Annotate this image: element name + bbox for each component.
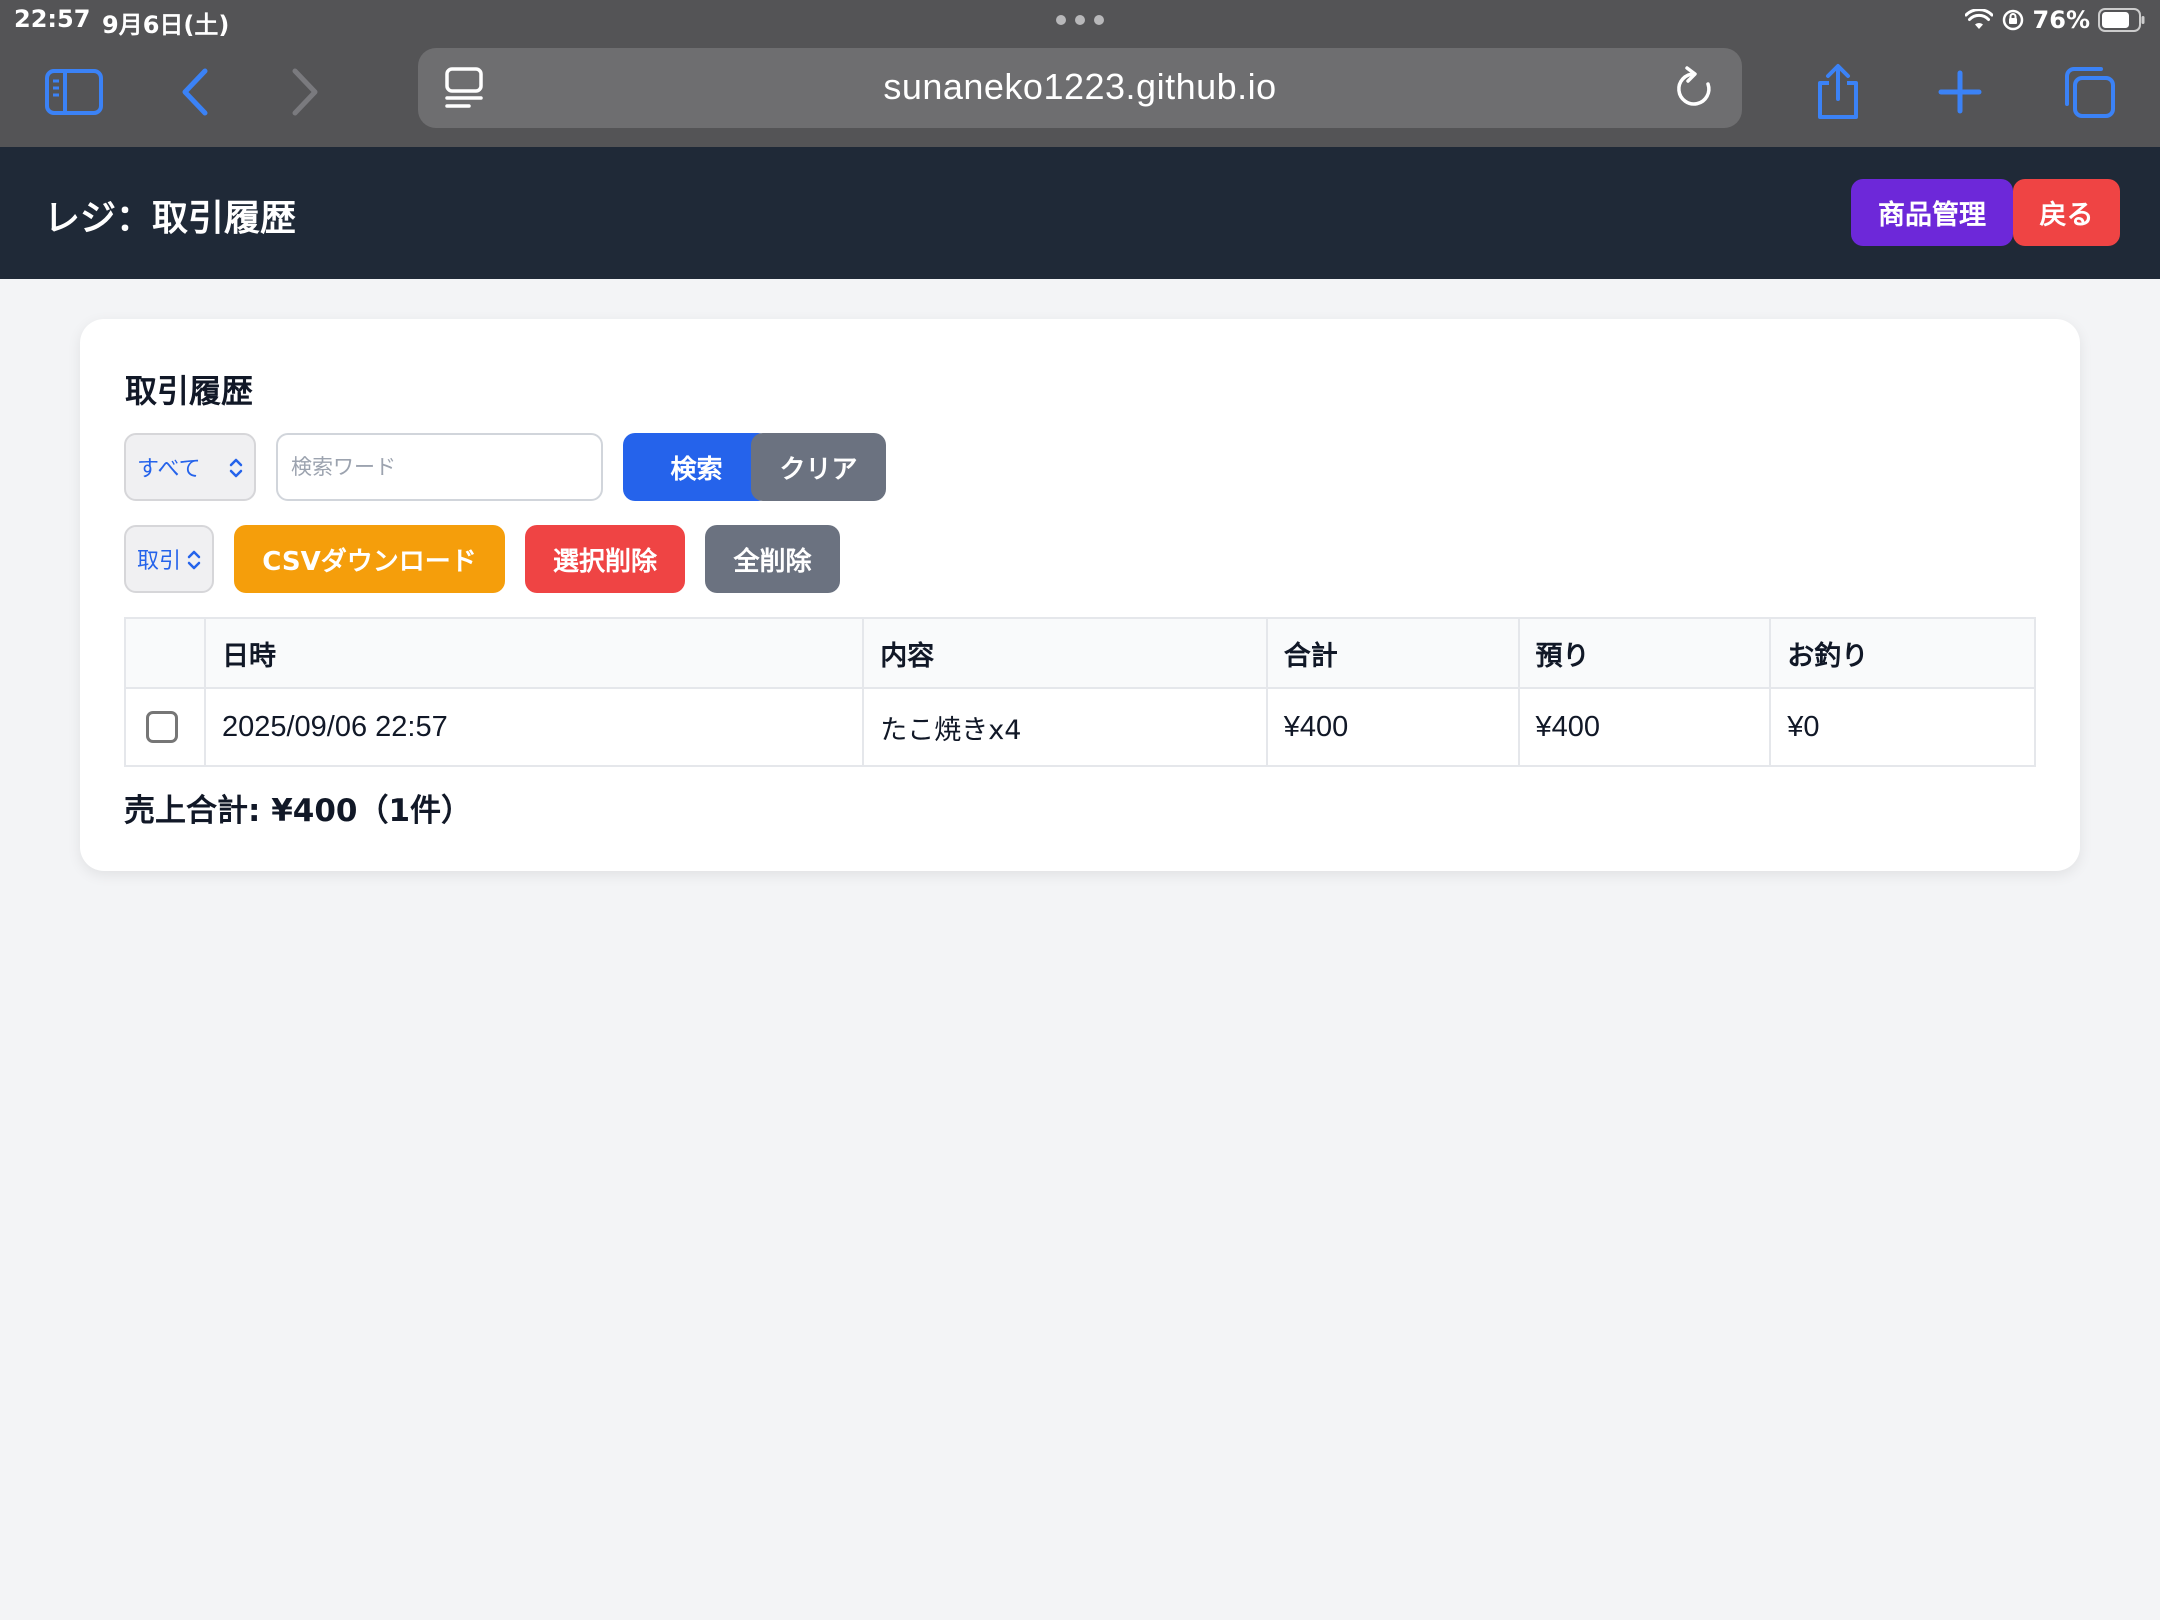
row-change: ¥0 — [1769, 687, 2036, 767]
product-management-button[interactable]: 商品管理 — [1851, 179, 2013, 246]
battery-icon — [2098, 8, 2145, 32]
status-right: 76% — [1964, 5, 2146, 35]
search-input[interactable] — [276, 433, 603, 501]
search-button[interactable]: 検索 — [623, 433, 770, 501]
app-header: レジ：取引履歴 商品管理 戻る — [0, 147, 2160, 279]
delete-selected-button[interactable]: 選択削除 — [525, 525, 685, 593]
orientation-lock-icon — [2002, 9, 2023, 31]
share-icon[interactable] — [1804, 58, 1872, 126]
row-select-cell — [124, 687, 206, 767]
browser-chrome: 22:57 9月6日(土) 76% sunaneko1223.github.io — [0, 0, 2160, 147]
column-header-content: 内容 — [862, 617, 1268, 689]
transactions-table: 日時 内容 合計 預り お釣り 2025/09/06 22:57 たこ焼きx4 … — [124, 617, 2036, 767]
filter-select-value: すべて — [137, 457, 201, 482]
back-arrow-icon[interactable] — [160, 58, 228, 126]
address-bar[interactable]: sunaneko1223.github.io — [418, 48, 1742, 128]
battery-percent: 76% — [2032, 6, 2090, 34]
sidebar-icon[interactable] — [40, 58, 108, 126]
clear-button[interactable]: クリア — [751, 433, 886, 501]
row-content: たこ焼きx4 — [862, 687, 1268, 767]
csv-download-button[interactable]: CSVダウンロード — [234, 525, 505, 593]
delete-all-button[interactable]: 全削除 — [705, 525, 840, 593]
url-text[interactable]: sunaneko1223.github.io — [418, 66, 1742, 108]
type-select-value: 取引 — [137, 549, 182, 574]
wifi-icon — [1964, 9, 1993, 29]
browser-toolbar: sunaneko1223.github.io — [0, 40, 2160, 147]
chevron-updown-icon — [229, 458, 243, 478]
row-received: ¥400 — [1517, 687, 1772, 767]
filter-select[interactable]: すべて — [124, 433, 256, 501]
multitasking-dots-icon[interactable] — [1056, 15, 1104, 25]
status-time: 22:57 — [14, 5, 91, 33]
forward-arrow-icon[interactable] — [270, 58, 338, 126]
sales-total: 売上合計: ¥400（1件） — [124, 793, 473, 829]
table-header-row: 日時 内容 合計 預り お釣り — [124, 617, 2036, 689]
history-card: 取引履歴 すべて 検索 クリア 取引 CSVダウンロード 選択削除 全削除 — [80, 319, 2080, 871]
chevron-updown-icon — [187, 550, 201, 570]
tabs-overview-icon[interactable] — [2054, 58, 2122, 126]
page-title: レジ：取引履歴 — [44, 198, 297, 239]
column-header-change: お釣り — [1769, 617, 2036, 689]
row-total: ¥400 — [1265, 687, 1520, 767]
row-datetime: 2025/09/06 22:57 — [203, 687, 865, 767]
back-button[interactable]: 戻る — [2013, 179, 2120, 246]
section-title: 取引履歴 — [125, 372, 254, 410]
column-header-select — [124, 617, 206, 689]
row-checkbox[interactable] — [146, 711, 178, 743]
column-header-received: 預り — [1517, 617, 1772, 689]
reload-icon[interactable] — [1668, 62, 1720, 114]
column-header-total: 合計 — [1265, 617, 1520, 689]
status-bar: 22:57 9月6日(土) 76% — [0, 0, 2160, 40]
status-date: 9月6日(土) — [102, 11, 230, 39]
type-select[interactable]: 取引 — [124, 525, 214, 593]
table-row: 2025/09/06 22:57 たこ焼きx4 ¥400 ¥400 ¥0 — [124, 687, 2036, 767]
column-header-datetime: 日時 — [203, 617, 865, 689]
new-tab-icon[interactable] — [1926, 58, 1994, 126]
